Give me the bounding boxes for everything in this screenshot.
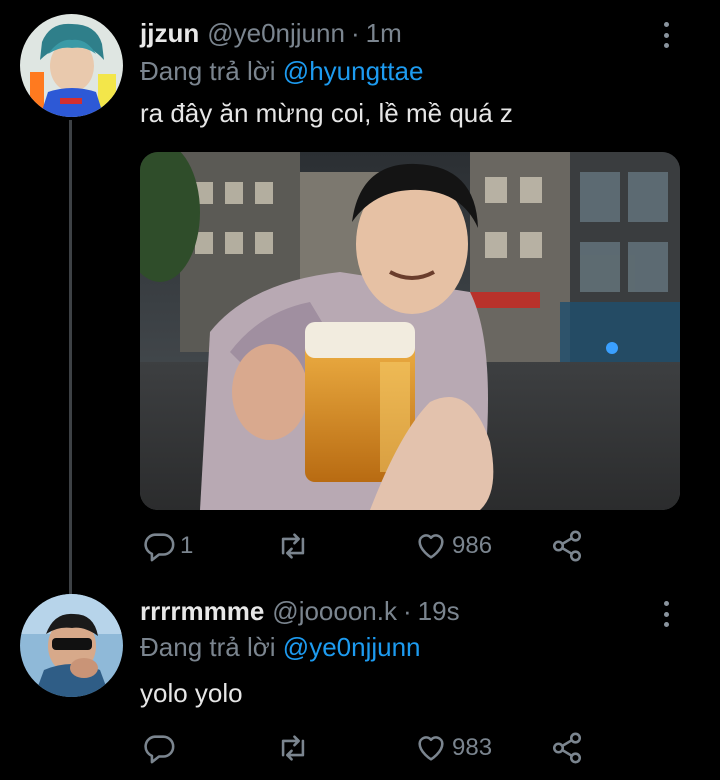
replying-to-mention[interactable]: @hyungttae (283, 56, 424, 86)
display-name[interactable]: rrrrmmme (140, 596, 264, 627)
timestamp[interactable]: 1m (366, 18, 402, 49)
timestamp[interactable]: 19s (418, 596, 460, 627)
more-vertical-icon[interactable] (656, 599, 676, 629)
reply-icon (144, 533, 175, 562)
more-vertical-icon[interactable] (656, 20, 676, 50)
reply-icon (144, 735, 175, 764)
avatar[interactable] (20, 594, 123, 697)
reply-count: 1 (180, 532, 194, 559)
heart-icon (418, 736, 444, 761)
tweet-actions: 983 (140, 728, 600, 768)
share-button[interactable] (550, 728, 584, 768)
replying-to-label: Đang trả lời (140, 632, 276, 662)
retweet-icon (281, 533, 305, 559)
retweet-button[interactable] (276, 526, 314, 566)
separator-dot: · (403, 596, 412, 626)
replying-to-label: Đang trả lời (140, 56, 276, 86)
replying-to-mention[interactable]: @ye0njjunn (283, 632, 421, 662)
replying-to: Đang trả lời @hyungttae (140, 56, 423, 87)
tweet-text: yolo yolo (140, 678, 243, 708)
tweet-header: rrrrmmme @joooon.k · 19s (140, 596, 460, 630)
user-handle[interactable]: @joooon.k (272, 596, 397, 627)
retweet-icon (281, 735, 305, 761)
avatar[interactable] (20, 14, 123, 117)
like-button[interactable]: 983 (414, 728, 492, 768)
reply-button[interactable]: 1 (142, 526, 193, 566)
tweet-header: jjzun @ye0njjunn · 1m (140, 18, 402, 52)
tweet-text: ra đây ăn mừng coi, lề mề quá z (140, 98, 513, 128)
separator-dot: · (350, 18, 360, 48)
tweet-photo[interactable] (140, 152, 680, 510)
tweet[interactable]: rrrrmmme @joooon.k · 19s Đang trả lời @y… (0, 594, 720, 780)
like-count: 986 (452, 532, 493, 559)
replying-to: Đang trả lời @ye0njjunn (140, 632, 421, 663)
tweet-actions: 1 986 (140, 526, 600, 566)
display-name[interactable]: jjzun (140, 18, 199, 49)
share-button[interactable] (550, 526, 584, 566)
heart-icon (418, 534, 444, 559)
tweet[interactable]: jjzun @ye0njjunn · 1m Đang trả lời @hyun… (0, 0, 720, 594)
like-button[interactable]: 986 (414, 526, 492, 566)
share-icon (552, 732, 582, 764)
user-handle[interactable]: @ye0njjunn (207, 18, 345, 49)
reply-button[interactable] (142, 728, 180, 768)
like-count: 983 (452, 734, 493, 761)
retweet-button[interactable] (276, 728, 314, 768)
share-icon (552, 530, 582, 562)
